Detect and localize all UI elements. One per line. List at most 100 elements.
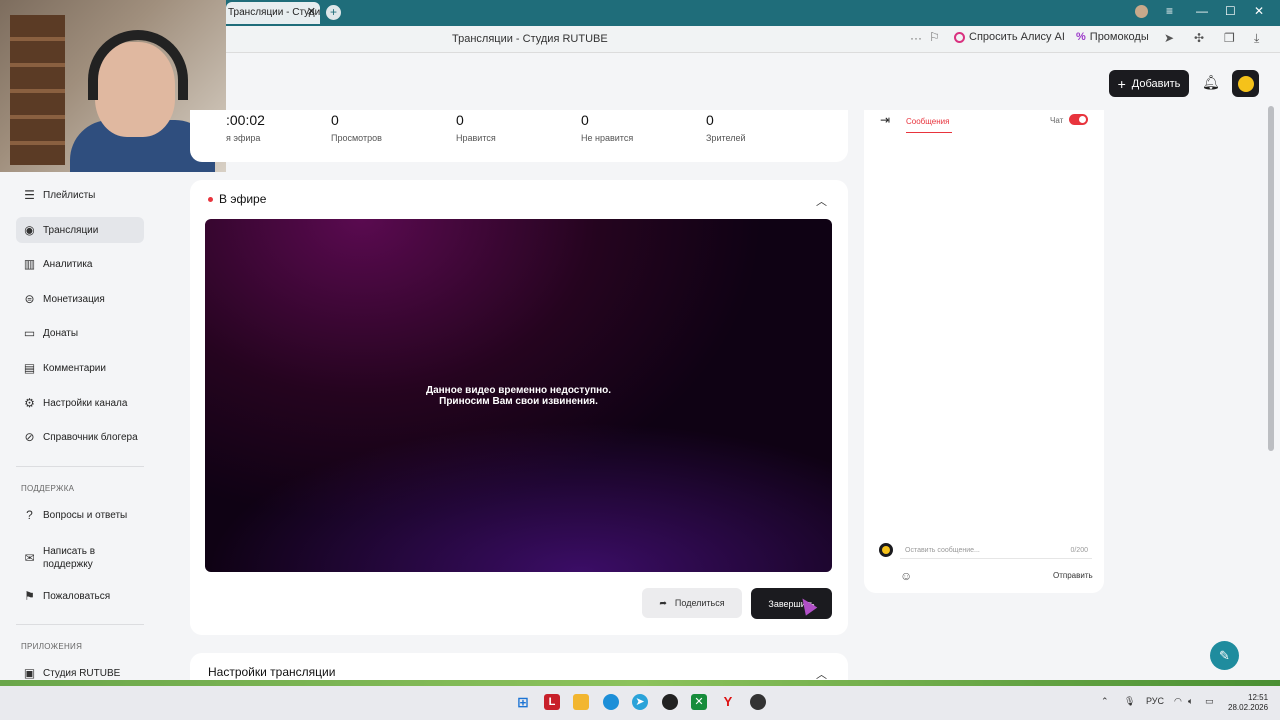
chat-toggle-label: Чат — [1050, 116, 1064, 125]
gear-icon: ⚙ — [24, 395, 35, 410]
stat-value: 0 — [581, 112, 589, 128]
stat-value: 0 — [331, 112, 339, 128]
battery-icon[interactable]: ▭ — [1205, 696, 1214, 707]
avatar-logo-icon — [1237, 75, 1254, 92]
wifi-icon[interactable]: ◠ — [1174, 696, 1182, 707]
stream-settings-card[interactable]: Настройки трансляции ︿ — [190, 653, 848, 681]
video-player[interactable]: Данное видео временно недоступно. Принос… — [205, 219, 832, 572]
support-chat-button[interactable]: ✎ — [1210, 641, 1239, 670]
sidebar-item-faq[interactable]: ? Вопросы и ответы — [16, 502, 144, 528]
alice-icon — [954, 31, 965, 43]
volume-icon[interactable]: 🔈︎ — [1188, 696, 1193, 707]
app-record-icon[interactable] — [750, 694, 766, 710]
video-msg-line: Приносим Вам свои извинения. — [439, 395, 598, 407]
question-icon: ? — [26, 507, 33, 522]
sidebar-divider — [16, 624, 144, 625]
emoji-icon[interactable]: ☺ — [900, 569, 912, 583]
sidebar-item-report[interactable]: ⚑ Пожаловаться — [16, 583, 144, 609]
collections-icon[interactable]: ❐ — [1224, 31, 1235, 45]
chat-toggle[interactable] — [1069, 114, 1088, 125]
browser-profile-icon[interactable] — [1135, 5, 1148, 18]
clock-time: 12:51 — [1248, 693, 1269, 702]
plus-icon: + — [1117, 75, 1126, 92]
sidebar-item-channel-settings[interactable]: ⚙ Настройки канала — [16, 390, 144, 416]
chevron-up-icon[interactable]: ︿ — [816, 193, 827, 209]
send-icon[interactable]: ➤ — [1164, 31, 1174, 45]
broadcast-icon: ◉ — [24, 222, 35, 237]
bookmark-icon[interactable]: ⚐ — [929, 30, 940, 44]
close-window-icon[interactable]: ✕ — [1254, 4, 1264, 18]
sidebar-item-broadcasts[interactable]: ◉ Трансляции — [16, 217, 144, 243]
obs-icon[interactable] — [662, 694, 678, 710]
windows-start-icon[interactable]: ⊞ — [515, 694, 531, 710]
settings-title: Настройки трансляции — [208, 665, 336, 679]
edge-icon[interactable] — [603, 694, 619, 710]
sidebar-item-monetization[interactable]: ⊜ Монетизация — [16, 286, 144, 312]
download-icon[interactable]: ⤓ — [1254, 31, 1259, 46]
system-clock[interactable]: 12:51 28.02.2026 — [1228, 693, 1268, 713]
stat-label: Зрителей — [706, 133, 746, 143]
tray-chevron-icon[interactable]: ⌃ — [1101, 696, 1109, 707]
promo-button[interactable]: % Промокоды — [1076, 31, 1149, 43]
sidebar-item-donations[interactable]: ▭ Донаты — [16, 320, 144, 346]
sidebar-item-label: Монетизация — [43, 293, 105, 305]
stat-value: 0 — [456, 112, 464, 128]
sidebar-item-label: Плейлисты — [43, 189, 96, 201]
telegram-icon[interactable]: ➤ — [632, 694, 648, 710]
xbox-icon[interactable]: ✕ — [691, 694, 707, 710]
sidebar-item-label: Настройки канала — [43, 397, 128, 409]
chat-char-counter: 0/200 — [1070, 547, 1088, 554]
chat-input-placeholder: Оставить сообщение... — [905, 547, 980, 554]
finish-stream-button[interactable]: Завершить — [751, 588, 832, 619]
avatar[interactable] — [1232, 70, 1259, 97]
sidebar-section-apps: ПРИЛОЖЕНИЯ — [21, 642, 83, 651]
sidebar-item-label: Написать в поддержку — [43, 546, 96, 570]
stat-label: я эфира — [226, 133, 261, 143]
add-button[interactable]: + Добавить — [1109, 70, 1189, 97]
sidebar-item-blogger-guide[interactable]: ⊘ Справочник блогера — [16, 424, 144, 450]
file-explorer-icon[interactable] — [573, 694, 589, 710]
ask-alice-button[interactable]: Спросить Алису AI — [954, 31, 1065, 43]
language-indicator[interactable]: РУС — [1146, 696, 1164, 706]
donate-icon: ▭ — [23, 325, 36, 340]
sidebar-item-label: Пожаловаться — [43, 590, 111, 602]
share-icon: ➦ — [659, 597, 667, 608]
yandex-browser-icon[interactable]: Y — [720, 694, 736, 710]
sidebar-item-contact-support[interactable]: ✉ Написать в поддержку — [16, 542, 144, 574]
new-tab-icon[interactable]: + — [326, 5, 341, 20]
sidebar-item-playlists[interactable]: ☰ Плейлисты — [16, 182, 144, 208]
add-label: Добавить — [1131, 77, 1181, 90]
maximize-icon[interactable]: ☐ — [1225, 4, 1236, 18]
clock-date: 28.02.2026 — [1228, 703, 1269, 712]
extensions-icon[interactable]: ✣ — [1194, 31, 1204, 45]
sidebar-divider — [16, 466, 144, 467]
sidebar-item-comments[interactable]: ▤ Комментарии — [16, 355, 144, 381]
stat-dislikes: 0 Не нравится — [581, 112, 633, 143]
minimize-icon[interactable]: — — [1196, 4, 1208, 18]
send-button[interactable]: Отправить — [1053, 571, 1093, 580]
chat-message-input[interactable]: Оставить сообщение... 0/200 — [900, 542, 1092, 559]
menu-icon[interactable]: ≡ — [1166, 4, 1173, 18]
bell-icon[interactable]: 🔔︎ — [1202, 74, 1220, 91]
scrollbar[interactable] — [1268, 106, 1274, 451]
more-icon[interactable]: ··· — [910, 31, 922, 45]
stat-value: :00:02 — [226, 112, 265, 128]
sidebar-item-label: Трансляции — [43, 224, 99, 236]
sidebar-item-label: Комментарии — [43, 362, 106, 374]
sidebar-item-analytics[interactable]: ▥ Аналитика — [16, 251, 144, 277]
collapse-chat-icon[interactable]: ⇥ — [880, 113, 890, 127]
app-l-icon[interactable]: L — [544, 694, 560, 710]
browser-tab[interactable]: Трансляции - Студия R ✕ — [226, 2, 320, 24]
ask-alice-label: Спросить Алису AI — [969, 31, 1065, 43]
stat-label: Нравится — [456, 133, 496, 143]
promo-label: Промокоды — [1089, 31, 1149, 43]
playlist-icon: ☰ — [24, 187, 35, 202]
share-button[interactable]: ➦ Поделиться — [642, 588, 742, 618]
monetization-icon: ⊜ — [24, 291, 35, 306]
close-tab-icon[interactable]: ✕ — [307, 5, 316, 18]
tab-messages[interactable]: Сообщения — [906, 117, 949, 126]
stat-viewers: 0 Зрителей — [706, 112, 745, 143]
comments-icon: ▤ — [23, 360, 36, 375]
video-msg-line: Данное видео временно недоступно. — [425, 384, 612, 396]
microphone-icon[interactable]: 🎙︎ — [1124, 696, 1135, 707]
